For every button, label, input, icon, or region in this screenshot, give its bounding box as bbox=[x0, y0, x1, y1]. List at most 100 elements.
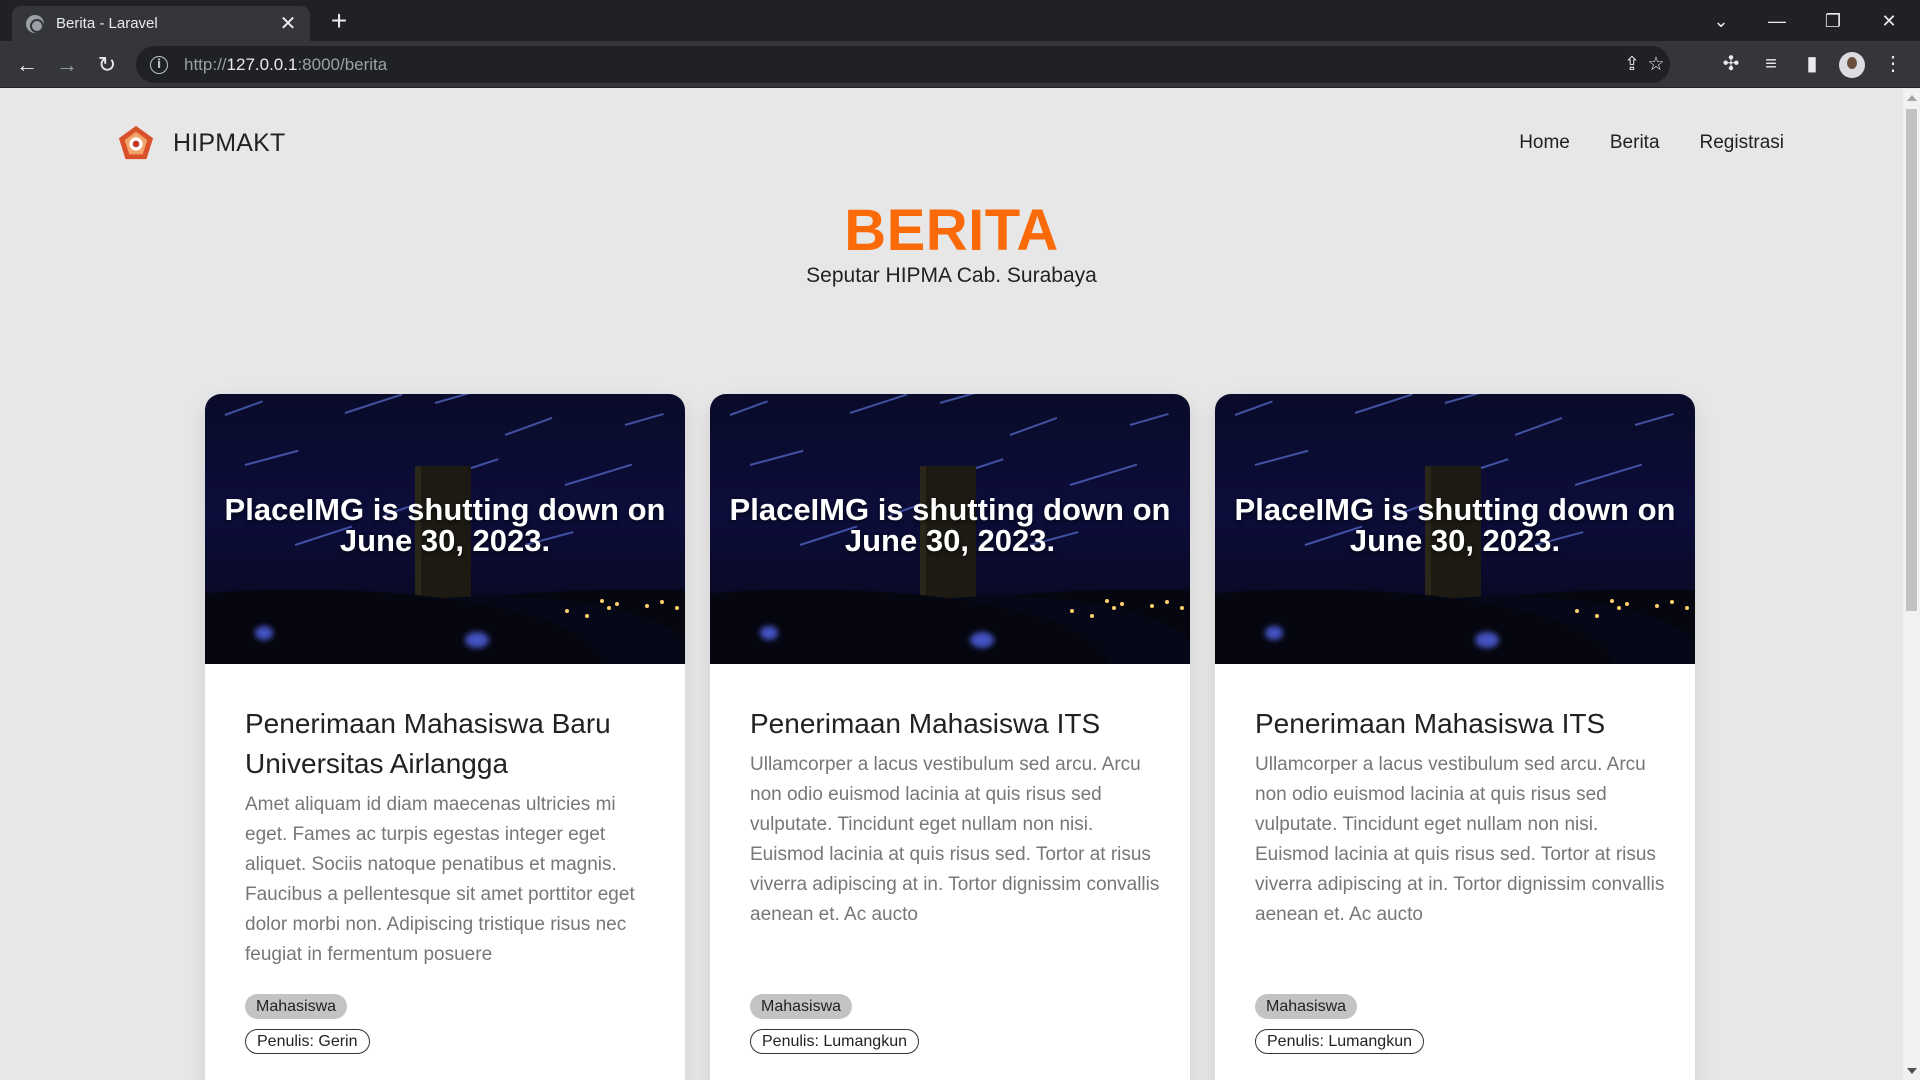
tab-search-icon[interactable]: ⌄ bbox=[1699, 6, 1743, 36]
tree-silhouette bbox=[710, 569, 1190, 664]
brand[interactable]: HIPMAKT bbox=[117, 124, 286, 162]
card-body: Penerimaan Mahasiswa ITS Ullamcorper a l… bbox=[750, 704, 1160, 930]
city-light bbox=[660, 600, 664, 604]
card-tags: Mahasiswa Penulis: Lumangkun bbox=[1255, 994, 1424, 1054]
star-trail bbox=[224, 400, 263, 416]
star-trail bbox=[504, 416, 553, 436]
minimize-button[interactable]: — bbox=[1755, 6, 1799, 36]
globe-icon bbox=[26, 14, 44, 33]
page-scrollbar[interactable] bbox=[1903, 89, 1920, 1080]
card-image[interactable]: PlaceIMG is shutting down on June 30, 20… bbox=[205, 394, 685, 664]
city-light bbox=[1625, 602, 1629, 606]
star-trail bbox=[1514, 416, 1563, 436]
star-trail bbox=[729, 400, 768, 416]
star-trail bbox=[1234, 400, 1273, 416]
scroll-down-arrow-icon[interactable] bbox=[1907, 1068, 1917, 1074]
main-nav: Home Berita Registrasi bbox=[1519, 132, 1784, 154]
browser-tab[interactable]: Berita - Laravel ✕ bbox=[12, 6, 310, 41]
tree-silhouette bbox=[205, 569, 685, 664]
back-arrow-icon[interactable]: ← bbox=[13, 51, 41, 79]
card-title[interactable]: Penerimaan Mahasiswa ITS bbox=[750, 704, 1160, 744]
blue-glow bbox=[465, 632, 489, 648]
tree-silhouette bbox=[1215, 569, 1695, 664]
card-tags: Mahasiswa Penulis: Lumangkun bbox=[750, 994, 919, 1054]
city-light bbox=[1575, 609, 1579, 613]
star-icon[interactable]: ☆ bbox=[1644, 54, 1668, 76]
extensions-icon[interactable]: ✣ bbox=[1718, 51, 1744, 77]
card-body: Penerimaan Mahasiswa ITS Ullamcorper a l… bbox=[1255, 704, 1665, 930]
star-trail bbox=[564, 463, 633, 486]
nav-link-registrasi[interactable]: Registrasi bbox=[1700, 132, 1784, 154]
city-light bbox=[565, 609, 569, 613]
nav-link-home[interactable]: Home bbox=[1519, 132, 1570, 154]
city-light bbox=[615, 602, 619, 606]
card-excerpt: Ullamcorper a lacus vestibulum sed arcu.… bbox=[1255, 754, 1665, 925]
city-light bbox=[675, 606, 679, 610]
restore-button[interactable]: ❐ bbox=[1811, 6, 1855, 36]
info-icon[interactable]: i bbox=[150, 55, 168, 74]
star-trail bbox=[1574, 463, 1643, 486]
star-trail bbox=[1129, 413, 1169, 426]
city-light bbox=[1595, 614, 1599, 618]
card-image[interactable]: PlaceIMG is shutting down on June 30, 20… bbox=[1215, 394, 1695, 664]
city-light bbox=[1090, 614, 1094, 618]
star-trail bbox=[434, 394, 513, 404]
news-card[interactable]: PlaceIMG is shutting down on June 30, 20… bbox=[710, 394, 1190, 1080]
browser-toolbar: ← → ↻ i http://127.0.0.1:8000/berita ⇪ ☆ bbox=[0, 41, 1920, 88]
reload-icon[interactable]: ↻ bbox=[93, 51, 121, 79]
blue-glow bbox=[970, 632, 994, 648]
star-trail bbox=[624, 413, 664, 426]
author-badge: Penulis: Lumangkun bbox=[750, 1029, 919, 1054]
star-trail bbox=[1009, 416, 1058, 436]
city-light bbox=[1120, 602, 1124, 606]
news-card[interactable]: PlaceIMG is shutting down on June 30, 20… bbox=[205, 394, 685, 1080]
media-icon[interactable]: ≡ bbox=[1758, 51, 1784, 77]
star-trail bbox=[849, 394, 908, 414]
side-panel-icon[interactable]: ▮ bbox=[1799, 51, 1825, 77]
city-light bbox=[1655, 604, 1659, 608]
star-trail bbox=[344, 394, 403, 414]
nav-link-berita[interactable]: Berita bbox=[1610, 132, 1660, 154]
close-tab-icon[interactable]: ✕ bbox=[278, 14, 298, 34]
star-trail bbox=[1069, 463, 1138, 486]
browser-tab-bar: Berita - Laravel ✕ + ⌄ — ❐ ✕ bbox=[0, 0, 1920, 41]
city-light bbox=[607, 606, 611, 610]
card-excerpt: Ullamcorper a lacus vestibulum sed arcu.… bbox=[750, 754, 1160, 925]
category-badge[interactable]: Mahasiswa bbox=[750, 994, 853, 1019]
page-viewport: HIPMAKT Home Berita Registrasi BERITA Se… bbox=[0, 89, 1903, 1080]
star-trail bbox=[1254, 449, 1309, 466]
url-text[interactable]: http://127.0.0.1:8000/berita bbox=[184, 55, 387, 75]
author-badge: Penulis: Lumangkun bbox=[1255, 1029, 1424, 1054]
share-icon[interactable]: ⇪ bbox=[1620, 54, 1644, 76]
image-caption: PlaceIMG is shutting down on June 30, 20… bbox=[729, 492, 1171, 558]
card-image[interactable]: PlaceIMG is shutting down on June 30, 20… bbox=[710, 394, 1190, 664]
window-close-button[interactable]: ✕ bbox=[1867, 6, 1911, 36]
card-title[interactable]: Penerimaan Mahasiswa Baru Universitas Ai… bbox=[245, 704, 655, 784]
scroll-thumb[interactable] bbox=[1906, 109, 1917, 611]
city-light bbox=[1105, 599, 1109, 603]
city-light bbox=[1150, 604, 1154, 608]
blue-glow bbox=[255, 626, 273, 640]
city-light bbox=[645, 604, 649, 608]
city-light bbox=[1070, 609, 1074, 613]
card-title[interactable]: Penerimaan Mahasiswa ITS bbox=[1255, 704, 1665, 744]
author-badge: Penulis: Gerin bbox=[245, 1029, 370, 1054]
scroll-up-arrow-icon[interactable] bbox=[1907, 95, 1917, 101]
blue-glow bbox=[1265, 626, 1283, 640]
city-light bbox=[1685, 606, 1689, 610]
blue-glow bbox=[1475, 632, 1499, 648]
category-badge[interactable]: Mahasiswa bbox=[245, 994, 348, 1019]
category-badge[interactable]: Mahasiswa bbox=[1255, 994, 1358, 1019]
address-bar[interactable]: i http://127.0.0.1:8000/berita ⇪ ☆ bbox=[136, 46, 1670, 83]
profile-avatar[interactable] bbox=[1839, 52, 1865, 78]
card-body: Penerimaan Mahasiswa Baru Universitas Ai… bbox=[245, 704, 655, 970]
city-light bbox=[1165, 600, 1169, 604]
kebab-menu-icon[interactable]: ⋮ bbox=[1880, 51, 1906, 77]
brand-name: HIPMAKT bbox=[173, 128, 286, 157]
new-tab-button[interactable]: + bbox=[324, 6, 354, 36]
forward-arrow-icon[interactable]: → bbox=[53, 51, 81, 79]
star-trail bbox=[1354, 394, 1413, 414]
city-light bbox=[1180, 606, 1184, 610]
news-card[interactable]: PlaceIMG is shutting down on June 30, 20… bbox=[1215, 394, 1695, 1080]
image-caption: PlaceIMG is shutting down on June 30, 20… bbox=[224, 492, 666, 558]
